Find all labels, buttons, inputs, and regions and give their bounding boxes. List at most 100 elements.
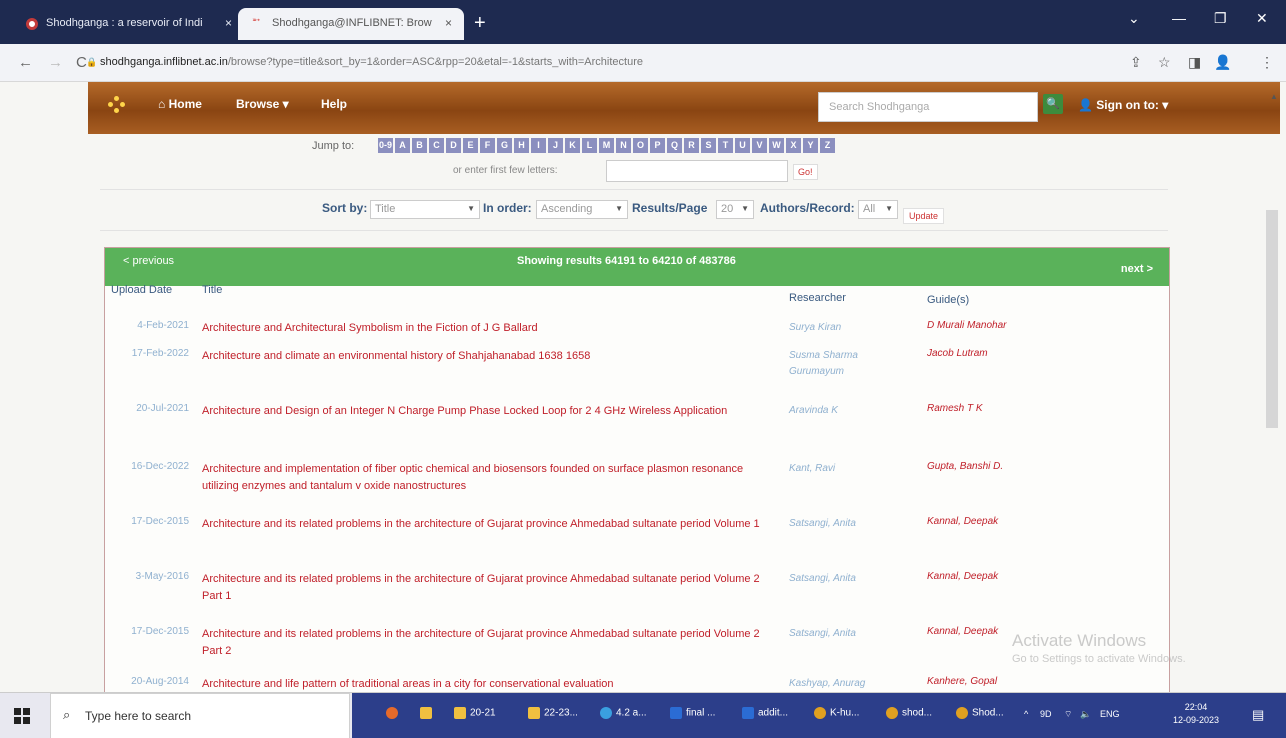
row-title-link[interactable]: Architecture and climate an environmenta… bbox=[202, 348, 772, 365]
tray-chevron-icon[interactable]: ^ bbox=[1024, 709, 1028, 719]
taskbar-item-4-2[interactable]: 4.2 a... bbox=[600, 707, 647, 719]
tab-close-icon[interactable]: × bbox=[225, 16, 232, 30]
row-guide-link[interactable]: Gupta, Banshi D. bbox=[927, 461, 1077, 472]
row-researcher-link[interactable]: Satsangi, Anita bbox=[789, 516, 899, 532]
row-researcher-link[interactable]: Surya Kiran bbox=[789, 320, 899, 336]
jump-letter-button[interactable]: N bbox=[616, 138, 631, 153]
language-indicator[interactable]: ENG bbox=[1100, 709, 1120, 719]
row-researcher-link[interactable]: Satsangi, Anita bbox=[789, 626, 899, 642]
windows-start-icon[interactable] bbox=[14, 708, 30, 724]
jump-letter-button[interactable]: F bbox=[480, 138, 495, 153]
weather-temp[interactable]: 9D bbox=[1040, 709, 1052, 719]
jump-letter-button[interactable]: V bbox=[752, 138, 767, 153]
profile-icon[interactable]: 👤 bbox=[1214, 54, 1231, 71]
search-button[interactable]: 🔍 bbox=[1043, 94, 1063, 114]
restore-button[interactable]: ❐ bbox=[1214, 10, 1227, 27]
jump-letter-button[interactable]: M bbox=[599, 138, 614, 153]
tab-shodhganga-browse[interactable]: ➵ Shodhganga@INFLIBNET: Brow × bbox=[238, 8, 464, 40]
taskbar-item-folder-22-23[interactable]: 22-23... bbox=[528, 707, 578, 719]
order-select[interactable]: Ascending ▼ bbox=[536, 200, 628, 219]
jump-letter-button[interactable]: Q bbox=[667, 138, 682, 153]
jump-letter-button[interactable]: H bbox=[514, 138, 529, 153]
jump-letter-button[interactable]: R bbox=[684, 138, 699, 153]
jump-letter-button[interactable]: D bbox=[446, 138, 461, 153]
notification-icon[interactable]: ▤ bbox=[1252, 707, 1264, 723]
share-icon[interactable]: ⇪ bbox=[1130, 54, 1142, 71]
file-explorer-icon[interactable] bbox=[420, 707, 436, 719]
new-tab-button[interactable]: + bbox=[474, 12, 486, 35]
jump-letter-button[interactable]: B bbox=[412, 138, 427, 153]
jump-letter-button[interactable]: Z bbox=[820, 138, 835, 153]
jump-letter-button[interactable]: K bbox=[565, 138, 580, 153]
starts-with-input[interactable] bbox=[606, 160, 788, 182]
previous-page-link[interactable]: < previous bbox=[123, 255, 174, 267]
taskbar-item-word-final[interactable]: final ... bbox=[670, 707, 715, 719]
taskbar-search-box[interactable]: ⌕ Type here to search bbox=[50, 693, 350, 738]
tab-shodhganga-home[interactable]: Shodhganga : a reservoir of Indi × bbox=[12, 8, 244, 40]
next-page-link[interactable]: next > bbox=[1121, 263, 1153, 275]
row-title-link[interactable]: Architecture and its related problems in… bbox=[202, 626, 772, 660]
row-researcher-link[interactable]: Aravinda K bbox=[789, 403, 899, 419]
taskbar-item-chrome-shod[interactable]: shod... bbox=[886, 707, 932, 719]
row-researcher-link[interactable]: Kashyap, Anurag bbox=[789, 676, 899, 692]
jump-letter-button[interactable]: L bbox=[582, 138, 597, 153]
taskbar-item-chrome-shod-active[interactable]: Shod... bbox=[956, 707, 1004, 719]
network-icon[interactable]: ⌔ bbox=[1064, 709, 1072, 720]
firefox-app-icon[interactable] bbox=[386, 707, 402, 719]
nav-help[interactable]: Help bbox=[321, 97, 347, 111]
nav-browse[interactable]: Browse ▾ bbox=[236, 97, 289, 111]
go-button[interactable]: Go! bbox=[793, 164, 818, 180]
row-title-link[interactable]: Architecture and its related problems in… bbox=[202, 571, 772, 605]
row-guide-link[interactable]: Kannal, Deepak bbox=[927, 571, 1077, 582]
jump-letter-button[interactable]: P bbox=[650, 138, 665, 153]
taskbar-item-folder-20-21[interactable]: 20-21 bbox=[454, 707, 496, 719]
jump-letter-button[interactable]: W bbox=[769, 138, 784, 153]
jump-letter-button[interactable]: T bbox=[718, 138, 733, 153]
jump-letter-button[interactable]: C bbox=[429, 138, 444, 153]
volume-icon[interactable]: 🔈 bbox=[1080, 709, 1091, 720]
column-guides[interactable]: Guide(s) bbox=[927, 294, 969, 306]
row-guide-link[interactable]: Jacob Lutram bbox=[927, 348, 1077, 359]
side-panel-icon[interactable]: ◨ bbox=[1188, 54, 1201, 71]
results-per-page-select[interactable]: 20 ▼ bbox=[716, 200, 754, 219]
taskbar-item-chrome-khu[interactable]: K-hu... bbox=[814, 707, 859, 719]
row-guide-link[interactable]: Kannal, Deepak bbox=[927, 516, 1077, 527]
jump-letter-button[interactable]: G bbox=[497, 138, 512, 153]
row-researcher-link[interactable]: Satsangi, Anita bbox=[789, 571, 899, 587]
jump-letter-button[interactable]: U bbox=[735, 138, 750, 153]
back-button[interactable]: ← bbox=[18, 54, 33, 71]
tab-search-icon[interactable]: ⌄ bbox=[1128, 10, 1140, 27]
row-guide-link[interactable]: D Murali Manohar bbox=[927, 320, 1077, 331]
taskbar-clock[interactable]: 22:04 12-09-2023 bbox=[1173, 701, 1219, 727]
tab-close-icon[interactable]: × bbox=[445, 16, 452, 30]
taskbar-item-word-addit[interactable]: addit... bbox=[742, 707, 788, 719]
close-window-button[interactable]: ✕ bbox=[1256, 10, 1268, 27]
jump-letter-button[interactable]: J bbox=[548, 138, 563, 153]
row-title-link[interactable]: Architecture and Architectural Symbolism… bbox=[202, 320, 772, 337]
row-researcher-link[interactable]: Kant, Ravi bbox=[789, 461, 899, 477]
jump-letter-button[interactable]: S bbox=[701, 138, 716, 153]
row-guide-link[interactable]: Kanhere, Gopal bbox=[927, 676, 1077, 687]
scroll-up-arrow-icon[interactable]: ▲ bbox=[1270, 92, 1278, 101]
bookmark-star-icon[interactable]: ☆ bbox=[1158, 54, 1171, 71]
search-input[interactable]: Search Shodhganga bbox=[818, 92, 1038, 122]
column-title[interactable]: Title bbox=[202, 284, 222, 296]
jump-letter-button[interactable]: Y bbox=[803, 138, 818, 153]
column-researcher[interactable]: Researcher bbox=[789, 292, 846, 304]
row-title-link[interactable]: Architecture and Design of an Integer N … bbox=[202, 403, 772, 420]
sign-on-menu[interactable]: 👤 Sign on to: ▾ bbox=[1078, 98, 1168, 112]
sort-by-select[interactable]: Title ▼ bbox=[370, 200, 480, 219]
jump-letter-button[interactable]: 0-9 bbox=[378, 138, 393, 153]
shodhganga-logo-icon[interactable] bbox=[108, 96, 126, 114]
row-title-link[interactable]: Architecture and life pattern of traditi… bbox=[202, 676, 772, 693]
url-field[interactable]: shodhganga.inflibnet.ac.in/browse?type=t… bbox=[100, 56, 643, 68]
row-researcher-link[interactable]: Susma Sharma Gurumayum bbox=[789, 348, 899, 380]
forward-button[interactable]: → bbox=[48, 54, 63, 71]
update-button[interactable]: Update bbox=[903, 208, 945, 224]
row-title-link[interactable]: Architecture and its related problems in… bbox=[202, 516, 772, 533]
nav-home[interactable]: ⌂ Home bbox=[158, 97, 202, 111]
menu-kebab-icon[interactable]: ⋮ bbox=[1260, 54, 1274, 71]
jump-letter-button[interactable]: O bbox=[633, 138, 648, 153]
jump-letter-button[interactable]: X bbox=[786, 138, 801, 153]
page-scrollbar[interactable] bbox=[1266, 210, 1278, 428]
